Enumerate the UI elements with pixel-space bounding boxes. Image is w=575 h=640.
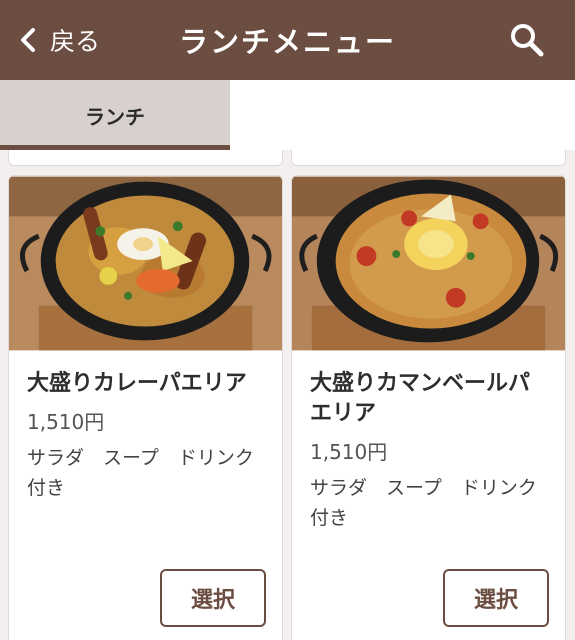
menu-list: 大盛りカレーパエリア 1,510円 サラダ スープ ドリンク付き 選択 大盛りカ… — [0, 150, 575, 640]
previous-card-bottom — [8, 150, 283, 166]
menu-card[interactable]: 大盛りカレーパエリア 1,510円 サラダ スープ ドリンク付き 選択 — [8, 175, 283, 640]
app-header: 戻る ランチメニュー — [0, 0, 575, 80]
menu-card[interactable]: 大盛りカマンベールパエリア 1,510円 サラダ スープ ドリンク付き 選択 — [291, 175, 566, 640]
menu-item-name: 大盛りカレーパエリア — [27, 371, 247, 396]
previous-card-bottom — [291, 150, 566, 166]
menu-item-description: サラダ スープ ドリンク付き — [27, 447, 254, 499]
dish-photo-curry-paella — [9, 176, 282, 351]
search-button[interactable] — [509, 22, 545, 58]
select-button[interactable]: 選択 — [160, 569, 266, 627]
page-title: ランチメニュー — [178, 25, 396, 59]
tab-lunch[interactable]: ランチ — [0, 80, 230, 150]
select-button[interactable]: 選択 — [443, 569, 549, 627]
menu-item-name: 大盛りカマンベールパエリア — [310, 371, 531, 426]
menu-item-price: 1,510円 — [310, 440, 388, 464]
tab-bar: ランチ — [0, 80, 575, 150]
menu-item-price: 1,510円 — [27, 410, 105, 434]
menu-item-description: サラダ スープ ドリンク付き — [310, 477, 537, 529]
dish-photo-camembert-paella — [292, 176, 565, 351]
search-icon — [509, 24, 545, 62]
